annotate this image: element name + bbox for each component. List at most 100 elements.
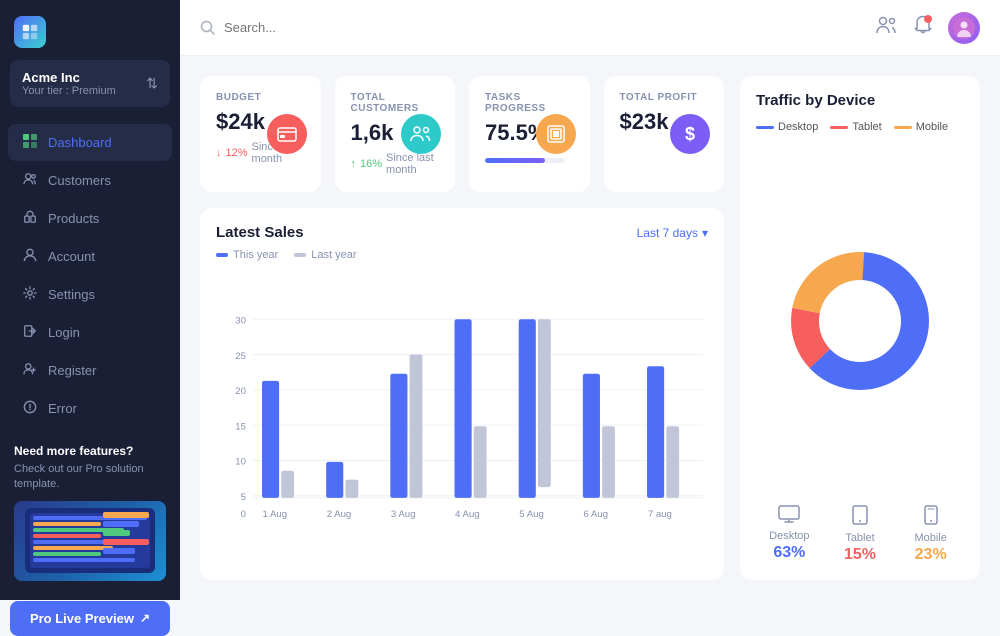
legend-line-tablet [830,126,848,129]
date-filter-label: Last 7 days [637,226,698,240]
customers-change-text: Since last month [386,152,439,176]
device-stat-tablet: Tablet 15% [827,505,894,564]
budget-label: BUDGET [216,92,305,103]
legend-last-year-label: Last year [311,249,356,261]
customers-label-stat: TOTAL CUSTOMERS [351,92,440,114]
tasks-progress-wrap [485,158,574,163]
logo-icon [14,16,46,48]
customers-label: Customers [48,173,111,188]
user-avatar[interactable] [948,12,980,44]
search-input[interactable] [224,20,404,35]
chart-area: 30 25 20 15 10 5 0 [216,267,708,564]
external-link-icon: ↗ [140,611,150,625]
svg-text:5 Aug: 5 Aug [519,509,544,520]
svg-text:15: 15 [235,421,246,432]
search-bar[interactable] [200,20,404,36]
traffic-title: Traffic by Device [756,92,964,109]
register-icon [22,362,38,379]
budget-icon [267,114,307,154]
desktop-name: Desktop [769,530,809,542]
account-tier: Your tier : Premium [22,85,116,97]
stat-card-tasks: TASKS PROGRESS 75.5% [469,76,590,192]
date-filter[interactable]: Last 7 days ▾ [637,226,708,240]
dashboard-label: Dashboard [48,135,112,150]
sidebar-item-register[interactable]: Register [8,352,172,389]
settings-label: Settings [48,287,95,302]
error-label: Error [48,401,77,416]
donut-chart-wrap [756,145,964,497]
content-right: Traffic by Device Desktop Tablet Mobile [740,76,980,580]
notification-badge [924,15,932,23]
traffic-legend: Desktop Tablet Mobile [756,121,964,133]
account-arrow-icon: ⇅ [146,75,158,92]
traffic-card: Traffic by Device Desktop Tablet Mobile [740,76,980,580]
header [180,0,1000,56]
svg-text:6 Aug: 6 Aug [583,509,608,520]
sidebar: Acme Inc Your tier : Premium ⇅ Dashboard… [0,0,180,600]
sidebar-item-settings[interactable]: Settings [8,276,172,313]
pro-live-button[interactable]: Pro Live Preview ↗ [10,601,170,636]
device-stats: Desktop 63% Tablet 15% [756,505,964,564]
sidebar-item-dashboard[interactable]: Dashboard [8,124,172,161]
sidebar-item-customers[interactable]: Customers [8,162,172,199]
legend-desktop: Desktop [756,121,818,133]
header-actions [876,12,980,44]
sales-bar-chart: 30 25 20 15 10 5 0 [216,267,708,564]
sidebar-logo [0,0,180,60]
products-icon [22,210,38,227]
login-label: Login [48,325,80,340]
legend-tablet: Tablet [830,121,881,133]
tasks-label: TASKS PROGRESS [485,92,574,114]
stats-row: BUDGET $24k ↓ 12% Since last month [200,76,724,192]
account-icon [22,248,38,265]
mobile-icon [924,505,938,530]
legend-line-mobile [894,126,912,129]
legend-last-year: Last year [294,249,356,261]
tablet-icon [852,505,868,530]
svg-text:5: 5 [241,492,246,503]
customers-change-pct: 16% [360,158,382,170]
account-switcher[interactable]: Acme Inc Your tier : Premium ⇅ [10,60,170,107]
profit-icon: $ [670,114,710,154]
legend-dot-this-year [216,253,228,257]
account-label: Account [48,249,95,264]
device-stat-desktop: Desktop 63% [756,505,823,564]
legend-mobile-label: Mobile [916,121,948,133]
products-label: Products [48,211,99,226]
content-left: BUDGET $24k ↓ 12% Since last month [200,76,724,580]
legend-line-desktop [756,126,774,129]
sidebar-nav: Dashboard Customers Products Account Set… [0,119,180,432]
tasks-progress-fill [485,158,545,163]
svg-text:7 aug: 7 aug [648,509,672,520]
search-icon [200,20,216,36]
svg-text:1 Aug: 1 Aug [263,509,288,520]
donut-chart [780,241,940,401]
svg-text:30: 30 [235,316,246,327]
account-name: Acme Inc [22,70,116,85]
chevron-down-icon: ▾ [702,226,708,240]
svg-text:2 Aug: 2 Aug [327,509,352,520]
dashboard-icon [22,134,38,151]
stat-card-budget: BUDGET $24k ↓ 12% Since last month [200,76,321,192]
down-arrow-icon: ↓ [216,147,222,159]
sales-title: Latest Sales [216,224,304,241]
notifications-icon[interactable] [914,15,932,41]
chart-legend: This year Last year [216,249,708,261]
legend-desktop-label: Desktop [778,121,818,133]
sidebar-item-error[interactable]: Error [8,390,172,427]
users-icon[interactable] [876,15,898,41]
svg-text:25: 25 [235,351,246,362]
up-arrow-icon: ↑ [351,158,357,170]
error-icon [22,400,38,417]
sidebar-item-products[interactable]: Products [8,200,172,237]
device-stat-mobile: Mobile 23% [897,505,964,564]
promo-text: Check out our Pro solution template. [14,462,166,493]
sidebar-item-account[interactable]: Account [8,238,172,275]
sales-card: Latest Sales Last 7 days ▾ This year Las… [200,208,724,580]
promo-image [14,501,166,581]
sidebar-item-login[interactable]: Login [8,314,172,351]
tasks-icon [536,114,576,154]
tablet-pct: 15% [844,546,876,564]
profit-label: TOTAL PROFIT [620,92,709,103]
legend-tablet-label: Tablet [852,121,881,133]
